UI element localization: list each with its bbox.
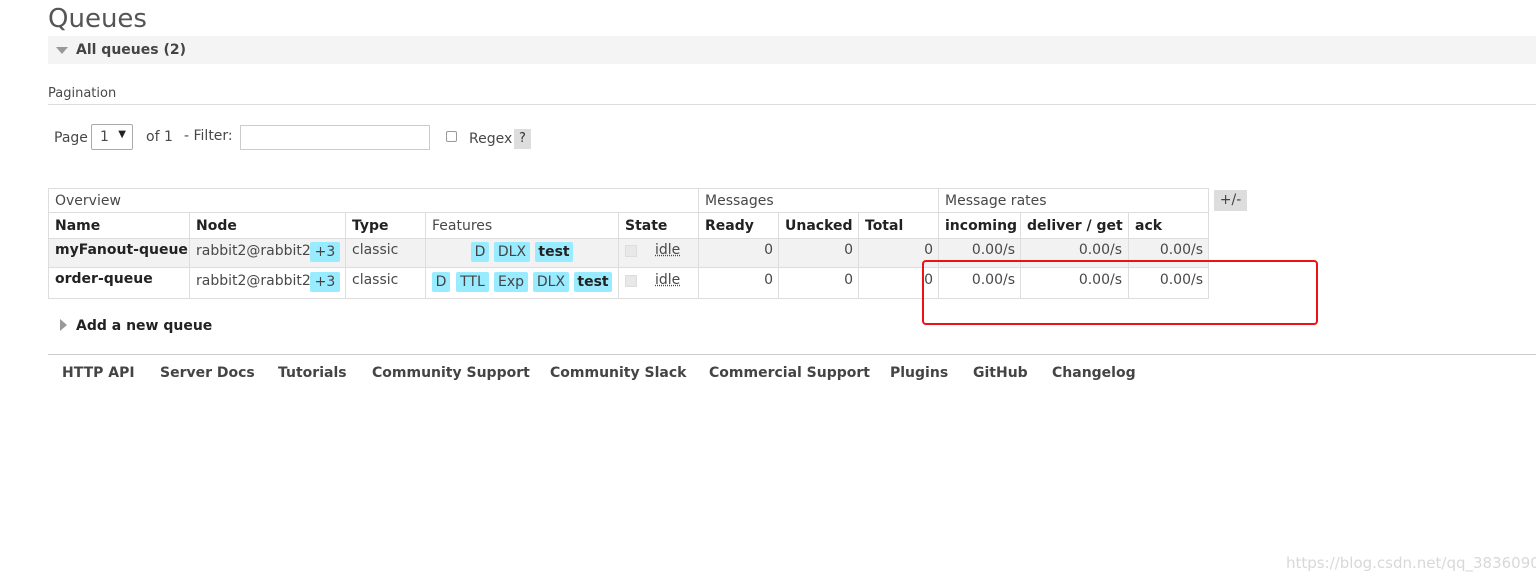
feature-tag[interactable]: test [574,272,612,292]
collapse-triangle-icon [56,47,68,54]
group-header-messages: Messages [705,193,774,209]
group-header-rates: Message rates [945,193,1047,209]
feature-tag[interactable]: TTL [456,272,489,292]
footer-link-github[interactable]: GitHub [973,365,1028,381]
page-label: Page [54,130,88,146]
page-title: Queues [48,4,147,34]
ack-rate: 0.00/s [1159,242,1203,258]
col-header-name[interactable]: Name [55,218,100,234]
feature-tag[interactable]: Exp [494,272,528,292]
ready-count: 0 [764,242,773,258]
col-header-ready[interactable]: Ready [705,218,754,234]
footer-link-community-support[interactable]: Community Support [372,365,530,381]
grid-line [778,212,779,299]
watermark: https://blog.csdn.net/qq_38360901 [1286,554,1536,572]
queue-name-link[interactable]: myFanout-queue [55,242,188,258]
column-toggle-button[interactable]: +/- [1214,190,1247,211]
regex-help-button[interactable]: ? [514,129,531,149]
col-header-deliver-get[interactable]: deliver / get [1027,218,1123,234]
queue-state: idle [655,272,681,288]
queue-type: classic [352,242,399,258]
footer-link-changelog[interactable]: Changelog [1052,365,1136,381]
footer-link-server-docs[interactable]: Server Docs [160,365,255,381]
ready-count: 0 [764,272,773,288]
col-header-ack[interactable]: ack [1135,218,1162,234]
grid-line [618,212,619,299]
footer-divider [48,354,1536,355]
feature-tag[interactable]: DLX [533,272,569,292]
grid-line [48,212,1209,213]
queue-name-link[interactable]: order-queue [55,271,153,287]
expand-triangle-icon [60,319,67,331]
section-title: All queues (2) [76,42,186,58]
all-queues-header[interactable]: All queues (2) [48,36,1536,64]
queue-node: rabbit2@rabbit2 [196,273,311,289]
col-header-node[interactable]: Node [196,218,237,234]
add-queue-label: Add a new queue [76,318,213,334]
col-header-type[interactable]: Type [352,218,389,234]
feature-tag[interactable]: DLX [494,242,530,262]
group-header-overview: Overview [55,193,121,209]
total-count: 0 [924,242,933,258]
unacked-count: 0 [844,242,853,258]
regex-label: Regex [469,131,513,147]
queue-type: classic [352,272,399,288]
grid-line [189,212,190,299]
node-extra-badge: +3 [310,272,340,292]
node-extra-badge: +3 [310,242,340,262]
grid-line [858,212,859,299]
col-header-state[interactable]: State [625,218,667,234]
footer-link-plugins[interactable]: Plugins [890,365,948,381]
feature-tag[interactable]: D [471,242,489,262]
page-count-label: of 1 [146,129,173,145]
col-header-features: Features [432,218,493,234]
deliver-get-rate: 0.00/s [1078,242,1122,258]
grid-line [48,188,49,299]
footer-link-http-api[interactable]: HTTP API [62,365,135,381]
incoming-rate: 0.00/s [971,242,1015,258]
grid-line [345,212,346,299]
divider [48,104,1536,105]
filter-label: - Filter: [184,128,233,144]
grid-line [48,188,1209,189]
unacked-count: 0 [844,272,853,288]
dropdown-arrow-icon: ▼ [118,129,126,140]
footer-link-community-slack[interactable]: Community Slack [550,365,686,381]
pagination-label: Pagination [48,86,117,101]
feature-tag[interactable]: test [535,242,573,262]
grid-line [48,238,1209,239]
feature-tag[interactable]: D [432,272,450,292]
col-header-unacked[interactable]: Unacked [785,218,853,234]
col-header-total[interactable]: Total [865,218,903,234]
page-select-value: 1 [100,129,109,145]
footer-link-tutorials[interactable]: Tutorials [278,365,347,381]
footer-link-commercial-support[interactable]: Commercial Support [709,365,870,381]
filter-input[interactable] [240,125,430,150]
highlight-box [922,260,1318,325]
grid-line [698,188,699,299]
state-indicator [625,245,637,257]
queue-state: idle [655,242,681,258]
page-select[interactable]: 1 ▼ [91,124,133,150]
regex-checkbox[interactable] [446,131,457,142]
state-indicator [625,275,637,287]
col-header-incoming[interactable]: incoming [945,218,1017,234]
queue-node: rabbit2@rabbit2 [196,243,311,259]
grid-line [425,212,426,299]
